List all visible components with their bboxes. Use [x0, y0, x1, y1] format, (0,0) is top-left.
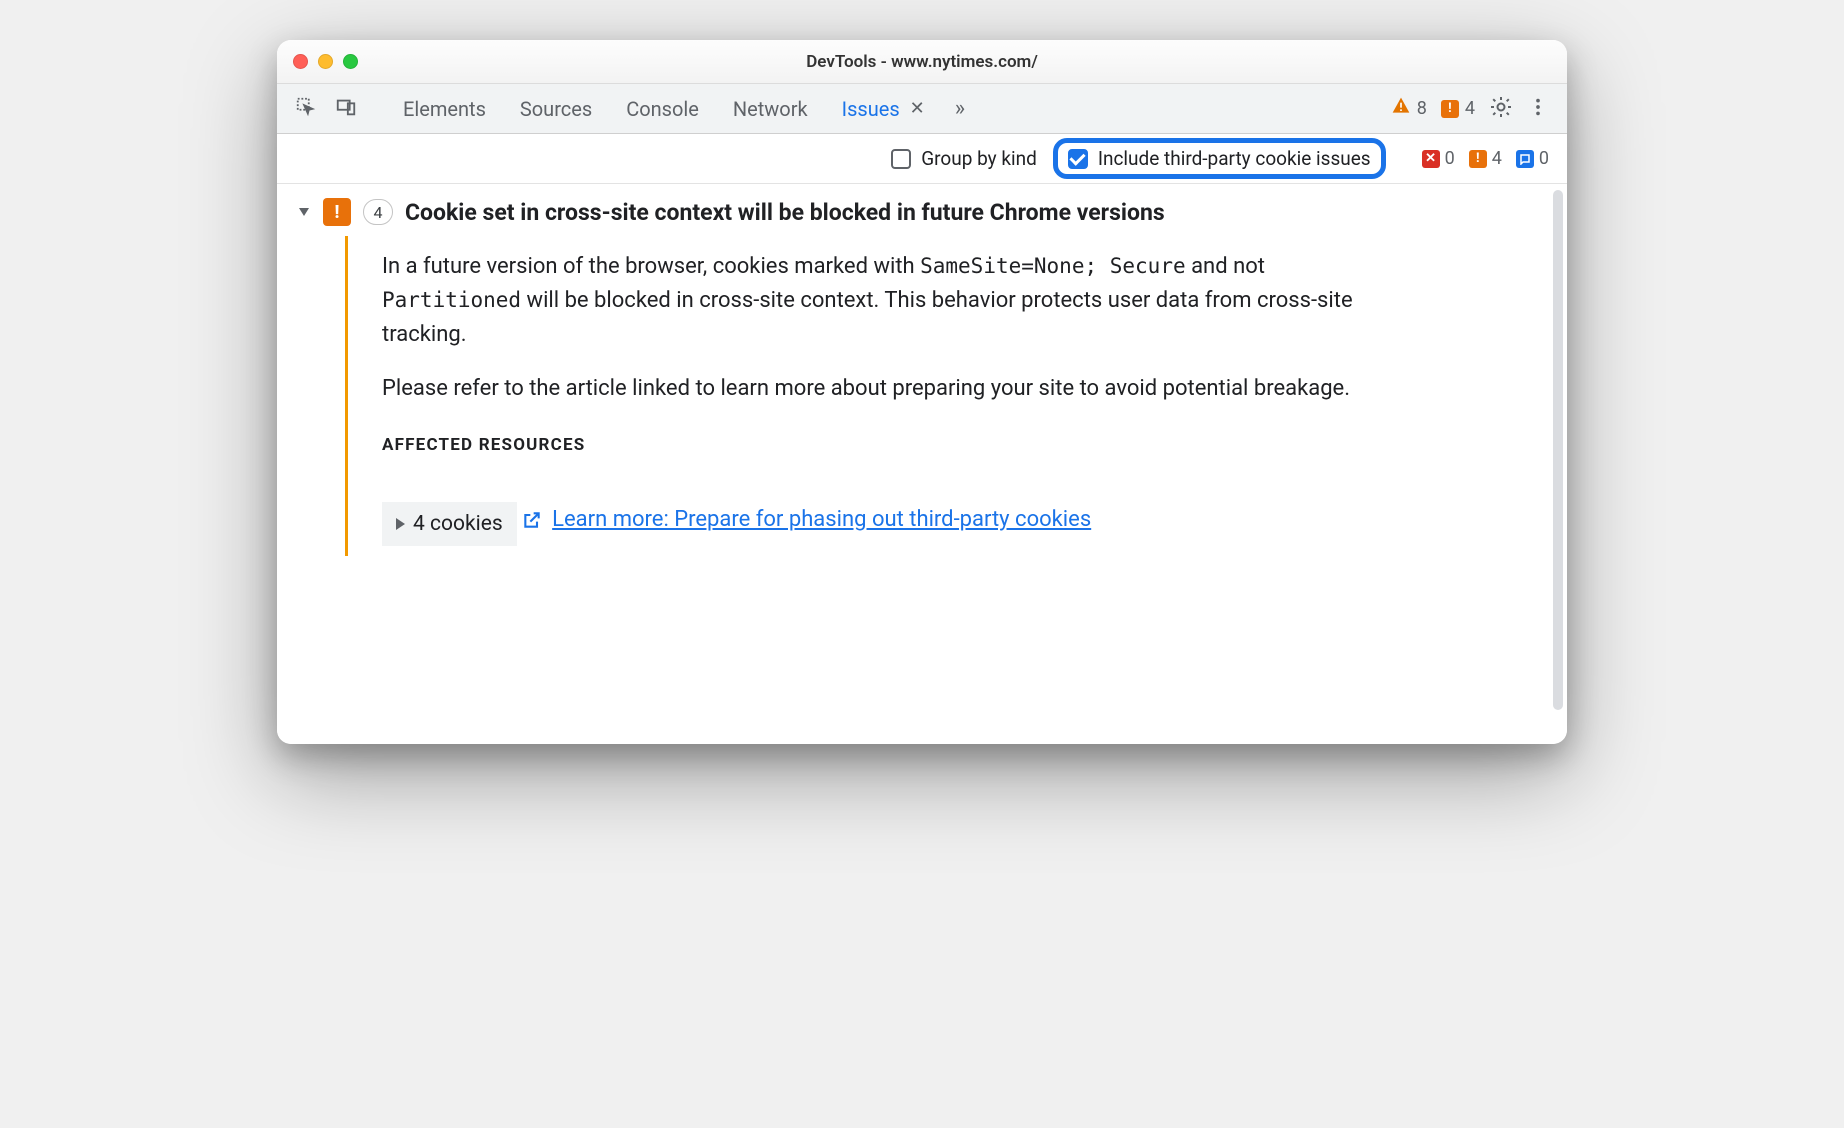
- scrollbar-thumb[interactable]: [1553, 190, 1563, 710]
- disclosure-triangle-icon[interactable]: [299, 208, 309, 216]
- affected-cookies-text: 4 cookies: [413, 508, 503, 541]
- group-by-kind-label: Group by kind: [921, 147, 1037, 170]
- issue-description-2: Please refer to the article linked to le…: [382, 372, 1365, 406]
- tab-elements[interactable]: Elements: [393, 97, 496, 121]
- tab-issues-label: Issues: [842, 97, 900, 121]
- code-partitioned: Partitioned: [382, 288, 521, 312]
- tab-network[interactable]: Network: [723, 97, 818, 121]
- issue-title: Cookie set in cross-site context will be…: [405, 199, 1165, 226]
- expand-triangle-icon: [396, 518, 405, 530]
- issue-row-header[interactable]: ! 4 Cookie set in cross-site context wil…: [297, 198, 1547, 226]
- inspect-element-icon[interactable]: [295, 96, 317, 122]
- window-titlebar: DevTools - www.nytimes.com/: [277, 40, 1567, 84]
- device-toolbar-icon[interactable]: [335, 96, 357, 122]
- group-by-kind-option[interactable]: Group by kind: [891, 147, 1037, 170]
- tab-console[interactable]: Console: [616, 97, 709, 121]
- tab-issues[interactable]: Issues ✕: [832, 97, 935, 121]
- zoom-window-button[interactable]: [343, 54, 358, 69]
- error-square-icon: !: [1441, 100, 1459, 118]
- traffic-lights: [293, 54, 358, 69]
- include-third-party-label: Include third-party cookie issues: [1098, 147, 1371, 170]
- external-link-icon: [522, 510, 542, 530]
- issue-severity-icon: !: [323, 198, 351, 226]
- issue-occurrence-count: 4: [363, 199, 393, 225]
- errors-badge[interactable]: ! 4: [1441, 98, 1475, 119]
- tab-sources[interactable]: Sources: [510, 97, 602, 121]
- issues-panel-content: ! 4 Cookie set in cross-site context wil…: [277, 184, 1567, 744]
- affected-resources-heading: Affected Resources: [382, 432, 1365, 458]
- error-icon: ✕: [1422, 150, 1440, 168]
- include-third-party-option[interactable]: Include third-party cookie issues: [1053, 138, 1386, 179]
- learn-more-text: Learn more: Prepare for phasing out thir…: [552, 503, 1091, 537]
- filter-errors-count[interactable]: ✕ 0: [1422, 148, 1455, 169]
- more-options-icon[interactable]: [1527, 96, 1549, 122]
- include-third-party-checkbox[interactable]: [1068, 149, 1088, 169]
- filter-info-count[interactable]: 0: [1516, 148, 1549, 169]
- filter-warnings-count[interactable]: ! 4: [1469, 148, 1502, 169]
- group-by-kind-checkbox[interactable]: [891, 149, 911, 169]
- warning-icon: !: [1469, 150, 1487, 168]
- info-icon: [1516, 150, 1534, 168]
- more-tabs-icon[interactable]: »: [949, 96, 960, 121]
- devtools-window: DevTools - www.nytimes.com/ Elements Sou…: [277, 40, 1567, 744]
- affected-cookies-expander[interactable]: 4 cookies: [382, 502, 517, 547]
- issues-filter-bar: Group by kind Include third-party cookie…: [277, 134, 1567, 184]
- warnings-count: 8: [1417, 98, 1427, 119]
- close-window-button[interactable]: [293, 54, 308, 69]
- settings-gear-icon[interactable]: [1489, 95, 1513, 123]
- minimize-window-button[interactable]: [318, 54, 333, 69]
- window-title: DevTools - www.nytimes.com/: [277, 52, 1567, 72]
- close-tab-icon[interactable]: ✕: [910, 98, 925, 119]
- learn-more-link[interactable]: Learn more: Prepare for phasing out thir…: [522, 503, 1091, 537]
- code-samesite: SameSite=None; Secure: [920, 254, 1186, 278]
- errors-count: 4: [1465, 98, 1475, 119]
- warnings-badge[interactable]: 8: [1391, 96, 1427, 121]
- devtools-toolbar: Elements Sources Console Network Issues …: [277, 84, 1567, 134]
- issue-details: In a future version of the browser, cook…: [345, 236, 1385, 556]
- warning-triangle-icon: [1391, 96, 1411, 121]
- issue-description-1: In a future version of the browser, cook…: [382, 250, 1365, 352]
